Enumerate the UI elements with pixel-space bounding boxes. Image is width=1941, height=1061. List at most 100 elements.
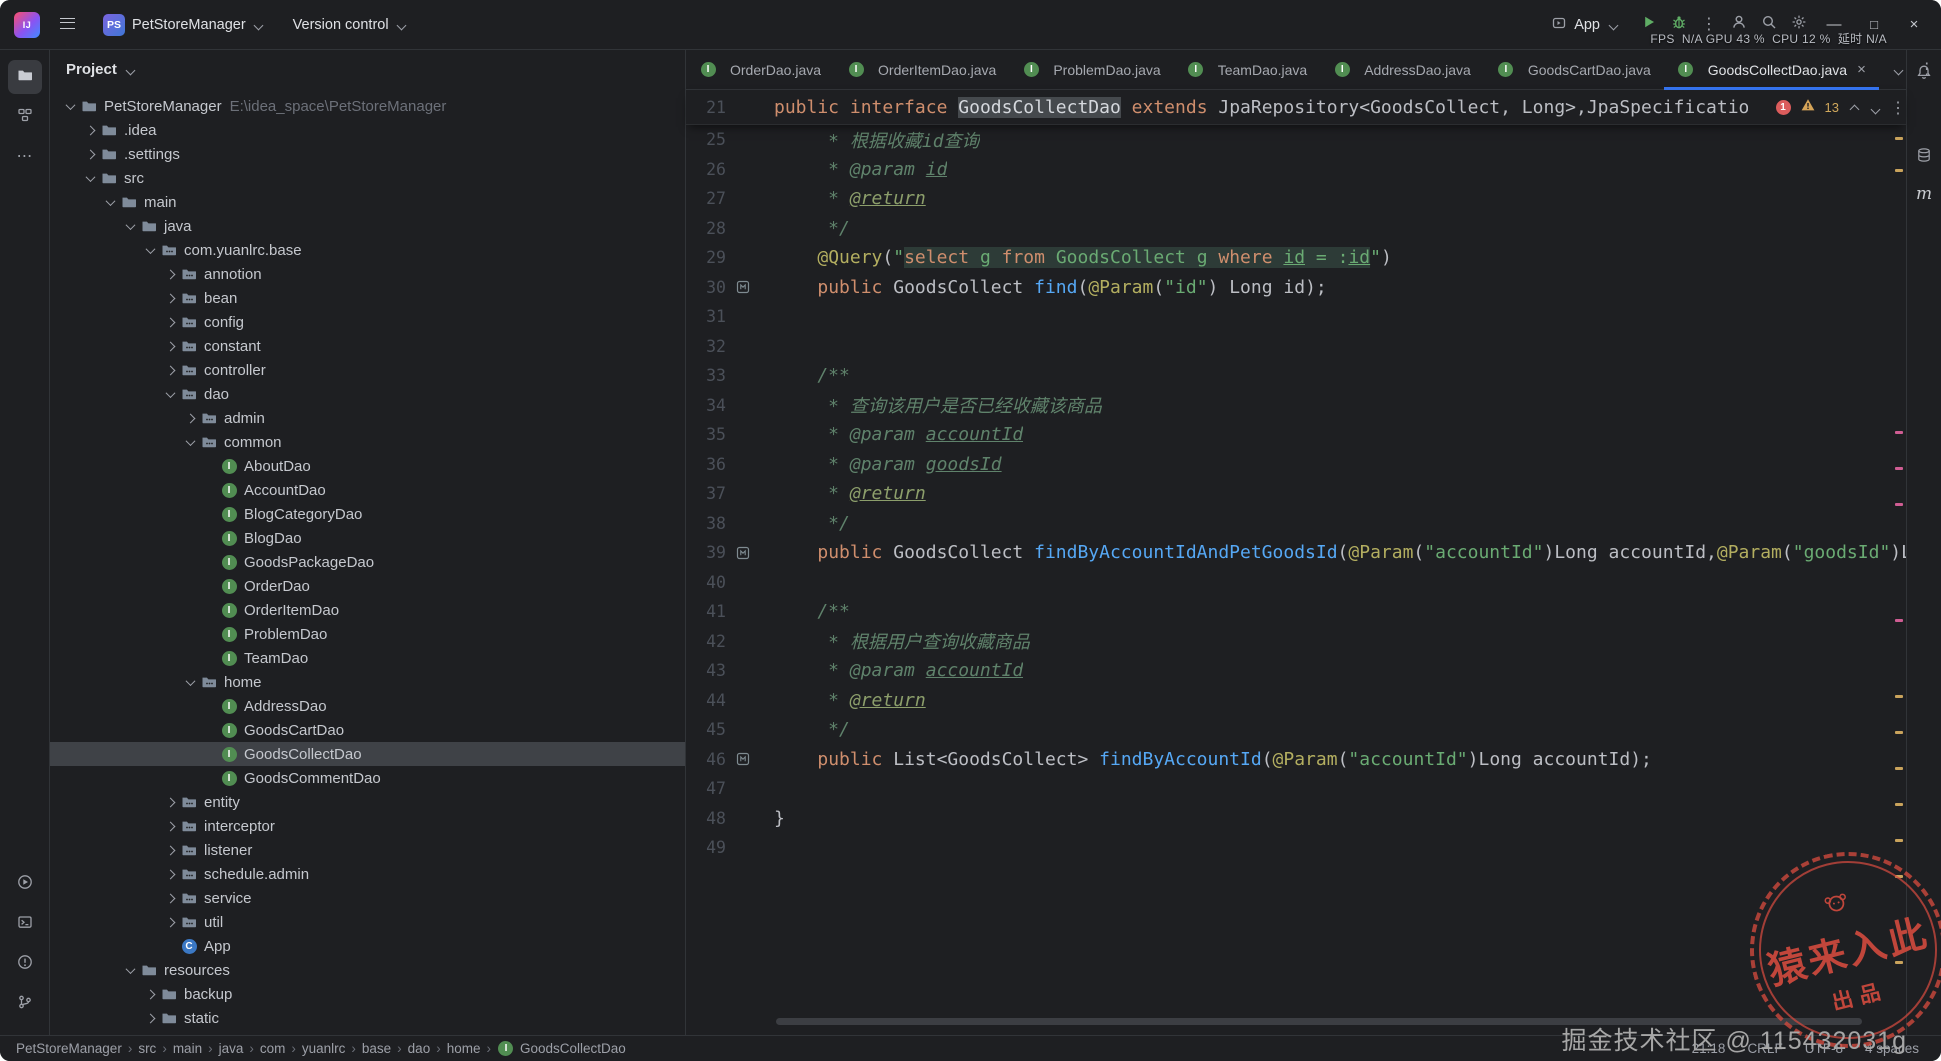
breadcrumb-item-goodscollectdao[interactable]: I GoodsCollectDao: [495, 1041, 628, 1057]
line-number[interactable]: 27: [686, 189, 726, 208]
code-line-text[interactable]: * @param accountId: [774, 424, 1023, 445]
line-number[interactable]: 44: [686, 691, 726, 710]
code-line-text[interactable]: * @return: [774, 483, 926, 504]
chevron-down-icon[interactable]: [160, 387, 180, 398]
stripe-mark[interactable]: [1895, 431, 1903, 434]
stripe-mark[interactable]: [1895, 731, 1903, 734]
project-panel-header[interactable]: Project: [50, 50, 685, 88]
database-toolwindow-button[interactable]: [1916, 147, 1932, 168]
maven-toolwindow-button[interactable]: m: [1916, 184, 1932, 204]
tab-orderdao-java[interactable]: I OrderDao.java: [686, 50, 834, 89]
chevron-right-icon[interactable]: [160, 293, 180, 303]
code-line-text[interactable]: /**: [774, 601, 850, 622]
chevron-right-icon[interactable]: [80, 125, 100, 135]
line-number[interactable]: 38: [686, 514, 726, 533]
error-count-badge[interactable]: 1: [1775, 99, 1791, 115]
stripe-mark[interactable]: [1895, 695, 1903, 698]
tree-item-accountdao[interactable]: I AccountDao: [50, 478, 685, 502]
tree-item-src[interactable]: src: [50, 166, 685, 190]
chevron-right-icon[interactable]: [140, 989, 160, 999]
hidden-tabs-dropdown-icon[interactable]: [1893, 61, 1905, 79]
toolwindow-terminal-button[interactable]: [8, 907, 42, 941]
chevron-down-icon[interactable]: [180, 675, 200, 686]
tree-item-goodscommentdao[interactable]: I GoodsCommentDao: [50, 766, 685, 790]
tree-item-aboutdao[interactable]: I AboutDao: [50, 454, 685, 478]
breadcrumb-item-src[interactable]: src: [136, 1041, 158, 1056]
previous-problem-icon[interactable]: [1848, 97, 1860, 118]
chevron-down-icon[interactable]: [100, 195, 120, 206]
tree-item-annotion[interactable]: annotion: [50, 262, 685, 286]
code-line-text[interactable]: * 查询该用户是否已经收藏该商品: [774, 392, 1102, 418]
chevron-right-icon[interactable]: [160, 869, 180, 879]
query-method-gutter-icon[interactable]: [726, 279, 774, 295]
code-line-text[interactable]: * @return: [774, 690, 926, 711]
code-line-text[interactable]: * @param goodsId: [774, 454, 1001, 475]
line-number[interactable]: 39: [686, 543, 726, 562]
main-menu-button[interactable]: [52, 12, 83, 38]
line-number[interactable]: 46: [686, 750, 726, 769]
tree-item-controller[interactable]: controller: [50, 358, 685, 382]
line-number[interactable]: 49: [686, 838, 726, 857]
version-control-button[interactable]: Version control: [285, 12, 416, 38]
code-line-text[interactable]: * 根据用户查询收藏商品: [774, 628, 1030, 654]
tree-item-java[interactable]: java: [50, 214, 685, 238]
run-configuration-button[interactable]: App: [1543, 10, 1627, 40]
chevron-right-icon[interactable]: [160, 365, 180, 375]
tab-goodscollectdao-java[interactable]: I GoodsCollectDao.java ×: [1663, 50, 1879, 90]
chevron-down-icon[interactable]: [140, 243, 160, 254]
code-area[interactable]: 25 * 根据收藏id查询 26 * @param id 27 * @return 2…: [686, 125, 1906, 1035]
line-number[interactable]: 30: [686, 278, 726, 297]
chevron-right-icon[interactable]: [160, 269, 180, 279]
line-number[interactable]: 31: [686, 307, 726, 326]
code-line-text[interactable]: * 根据收藏id查询: [774, 127, 979, 153]
line-number[interactable]: 42: [686, 632, 726, 651]
tree-item-orderdao[interactable]: I OrderDao: [50, 574, 685, 598]
tab-addressdao-java[interactable]: I AddressDao.java: [1320, 50, 1484, 89]
line-number[interactable]: 47: [686, 779, 726, 798]
sticky-line-text[interactable]: public interface GoodsCollectDao extends…: [774, 96, 1748, 118]
stripe-mark[interactable]: [1895, 503, 1903, 506]
tab-orderitemdao-java[interactable]: I OrderItemDao.java: [834, 50, 1009, 89]
tree-item-listener[interactable]: listener: [50, 838, 685, 862]
tree-item-dao[interactable]: dao: [50, 382, 685, 406]
line-number[interactable]: 45: [686, 720, 726, 739]
stripe-mark[interactable]: [1895, 839, 1903, 842]
code-line-text[interactable]: */: [774, 218, 850, 239]
tree-item-service[interactable]: service: [50, 886, 685, 910]
chevron-down-icon[interactable]: [80, 171, 100, 182]
stripe-mark[interactable]: [1895, 467, 1903, 470]
close-tab-icon[interactable]: ×: [1857, 61, 1866, 78]
tree-item-entity[interactable]: entity: [50, 790, 685, 814]
chevron-right-icon[interactable]: [160, 317, 180, 327]
breadcrumb-item-com[interactable]: com: [258, 1041, 288, 1056]
tree-item-orderitemdao[interactable]: I OrderItemDao: [50, 598, 685, 622]
line-number[interactable]: 36: [686, 455, 726, 474]
tree-item-backup[interactable]: backup: [50, 982, 685, 1006]
query-method-gutter-icon[interactable]: [726, 545, 774, 561]
tree-item-constant[interactable]: constant: [50, 334, 685, 358]
tree-item-goodspackagedao[interactable]: I GoodsPackageDao: [50, 550, 685, 574]
chevron-right-icon[interactable]: [160, 917, 180, 927]
chevron-right-icon[interactable]: [80, 149, 100, 159]
chevron-right-icon[interactable]: [160, 893, 180, 903]
breadcrumb-item-home[interactable]: home: [445, 1041, 483, 1056]
toolwindow-structure-button[interactable]: [8, 100, 42, 134]
line-number[interactable]: 26: [686, 160, 726, 179]
code-line-text[interactable]: * @return: [774, 188, 926, 209]
tree-item-blogdao[interactable]: I BlogDao: [50, 526, 685, 550]
code-line-text[interactable]: public GoodsCollect find(@Param("id") Lo…: [774, 277, 1326, 298]
tree-item-goodscartdao[interactable]: I GoodsCartDao: [50, 718, 685, 742]
code-line-text[interactable]: * @param accountId: [774, 660, 1023, 681]
stripe-mark[interactable]: [1895, 619, 1903, 622]
tree-item-static[interactable]: static: [50, 1006, 685, 1030]
breadcrumb-item-base[interactable]: base: [360, 1041, 393, 1056]
tree-item-com-yuanlrc-base[interactable]: com.yuanlrc.base: [50, 238, 685, 262]
line-number[interactable]: 34: [686, 396, 726, 415]
more-tool-windows-button[interactable]: ⋯: [8, 140, 42, 174]
code-line-text[interactable]: */: [774, 513, 850, 534]
code-line-text[interactable]: public GoodsCollect findByAccountIdAndPe…: [774, 542, 1906, 563]
tab-problemdao-java[interactable]: I ProblemDao.java: [1009, 50, 1173, 89]
tab-options-icon[interactable]: ⋮: [1919, 61, 1935, 79]
tree-item-main[interactable]: main: [50, 190, 685, 214]
tab-goodscartdao-java[interactable]: I GoodsCartDao.java: [1484, 50, 1664, 89]
